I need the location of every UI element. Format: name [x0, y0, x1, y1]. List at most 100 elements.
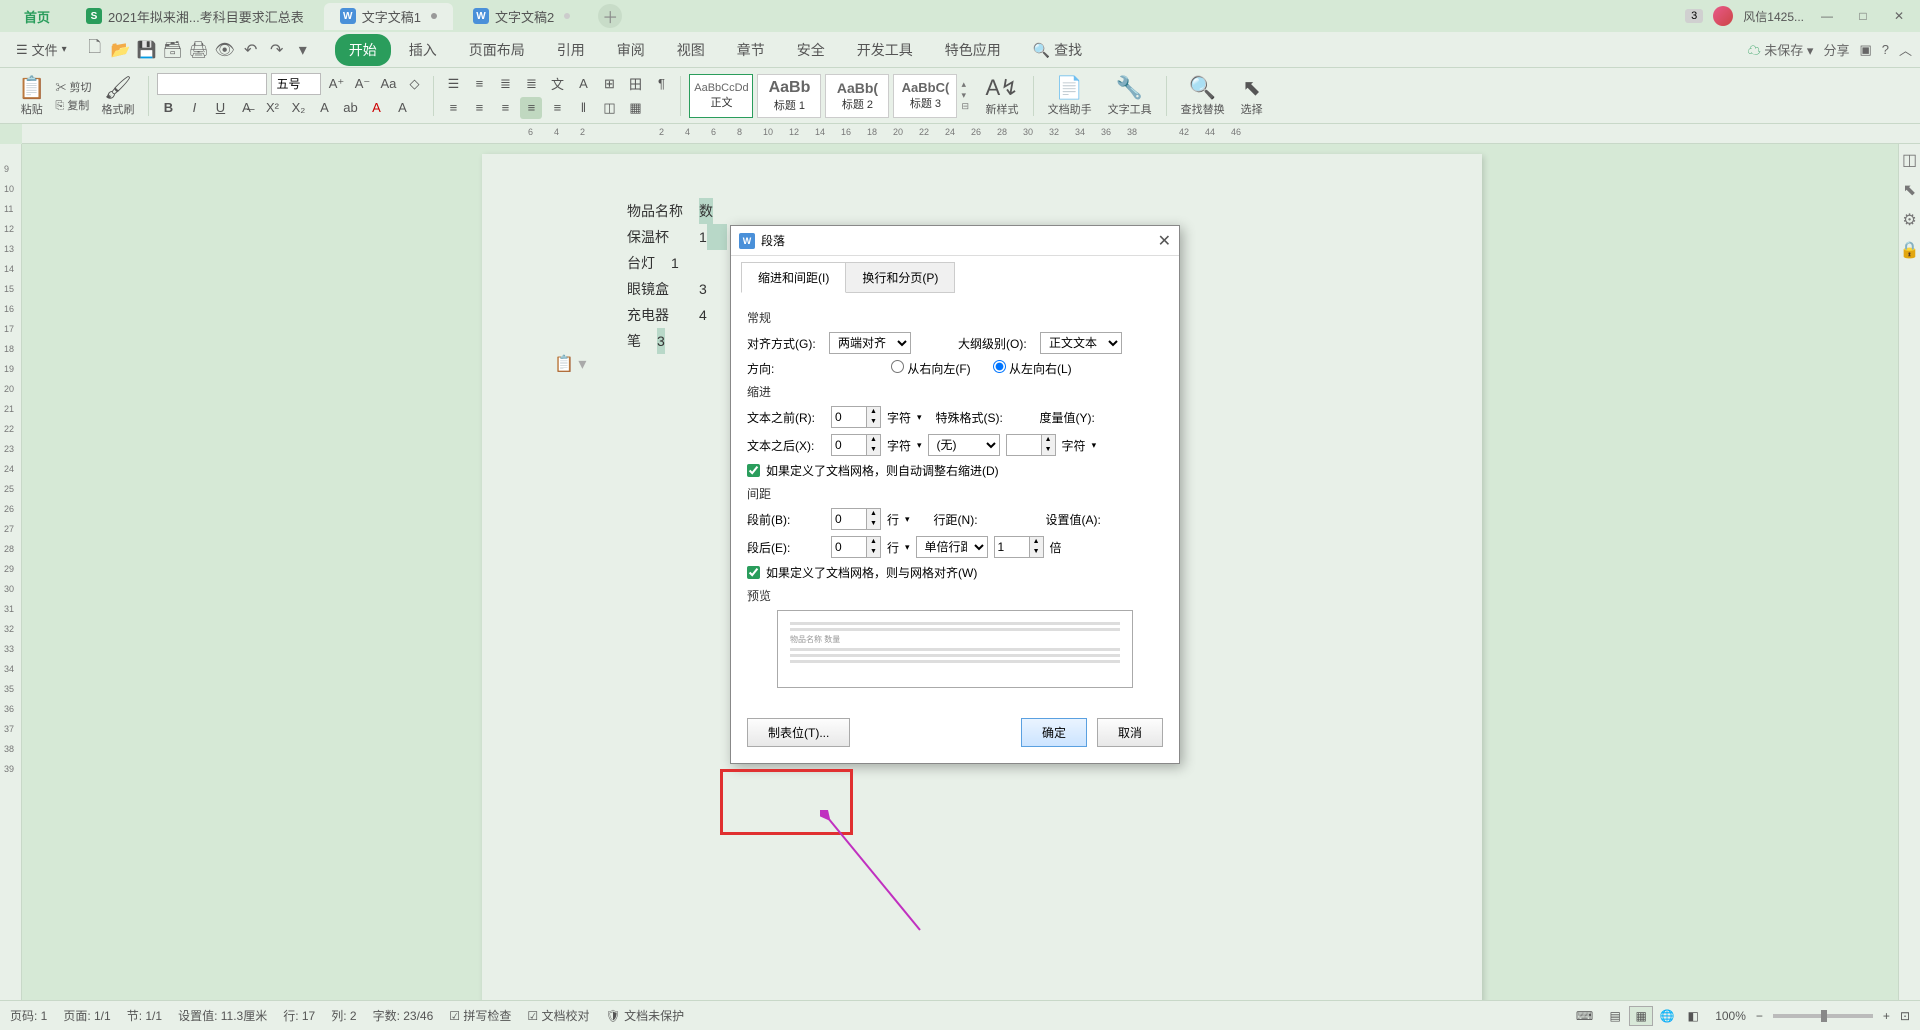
status-protect[interactable]: 🛡 文档未保护: [606, 1007, 685, 1024]
redo-icon[interactable]: ↷: [265, 38, 289, 62]
grid-indent-checkbox[interactable]: [747, 464, 760, 477]
style-heading3[interactable]: AaBbC(标题 3: [893, 74, 957, 118]
new-tab-button[interactable]: ＋: [598, 4, 622, 28]
shading-icon[interactable]: A: [391, 97, 413, 119]
vertical-ruler[interactable]: 91011 121314 151617 181920 212223 242526…: [0, 144, 22, 1000]
find-replace-button[interactable]: 🔍查找替换: [1175, 75, 1231, 117]
align-justify-icon[interactable]: ≡: [520, 97, 542, 119]
dialog-tab-indent[interactable]: 缩进和间距(I): [741, 262, 846, 293]
menu-tab-devtools[interactable]: 开发工具: [843, 34, 927, 66]
fit-page-icon[interactable]: ⊡: [1900, 1009, 1910, 1023]
dialog-tab-breaks[interactable]: 换行和分页(P): [845, 262, 955, 293]
print-preview-icon[interactable]: 👁: [213, 38, 237, 62]
show-marks-icon[interactable]: ¶: [650, 73, 672, 95]
decrease-font-icon[interactable]: A⁻: [351, 73, 373, 95]
view-print-icon[interactable]: ▦: [1629, 1006, 1653, 1026]
menu-tab-insert[interactable]: 插入: [395, 34, 451, 66]
style-heading1[interactable]: AaBb标题 1: [757, 74, 821, 118]
highlight-icon[interactable]: ab: [339, 97, 361, 119]
align-right-icon[interactable]: ≡: [494, 97, 516, 119]
align-center-icon[interactable]: ≡: [468, 97, 490, 119]
increase-indent-icon[interactable]: ≣: [520, 73, 542, 95]
status-col[interactable]: 列: 2: [331, 1007, 356, 1024]
select-button[interactable]: ⬉选择: [1235, 75, 1269, 117]
align-vertical-icon[interactable]: A: [572, 73, 594, 95]
borders-icon[interactable]: ▦: [624, 97, 646, 119]
special-select[interactable]: (无): [928, 434, 1000, 456]
distribute-icon[interactable]: ≡: [546, 97, 568, 119]
menu-tab-view[interactable]: 视图: [663, 34, 719, 66]
strikethrough-icon[interactable]: A̶: [235, 97, 257, 119]
dialog-titlebar[interactable]: W 段落 ✕: [731, 226, 1179, 256]
subscript-icon[interactable]: X₂: [287, 97, 309, 119]
bullets-icon[interactable]: ☰: [442, 73, 464, 95]
line-spacing-icon[interactable]: ‖: [572, 97, 594, 119]
zoom-slider[interactable]: [1773, 1014, 1873, 1018]
file-menu[interactable]: ☰文件▾: [8, 36, 75, 63]
after-para-spinner[interactable]: ▲▼: [831, 536, 881, 558]
paste-group[interactable]: 📋粘贴: [12, 75, 51, 117]
clear-format-icon[interactable]: ◇: [403, 73, 425, 95]
change-case-icon[interactable]: Aa: [377, 73, 399, 95]
document-content[interactable]: 物品名称数 保温杯1 台灯1 眼镜盒3 充电器4 笔3: [627, 198, 727, 354]
align-left-icon[interactable]: ≡: [442, 97, 464, 119]
tab-stops-button[interactable]: 制表位(T)...: [747, 718, 850, 747]
tab-doc2[interactable]: W文字文稿1: [324, 3, 453, 30]
before-text-spinner[interactable]: ▲▼: [831, 406, 881, 428]
close-button[interactable]: ✕: [1886, 6, 1912, 26]
paste-options-icon[interactable]: 📋 ▾: [554, 354, 586, 374]
menu-tab-review[interactable]: 审阅: [603, 34, 659, 66]
ok-button[interactable]: 确定: [1021, 718, 1087, 747]
align-select[interactable]: 两端对齐: [829, 332, 911, 354]
menu-tab-security[interactable]: 安全: [783, 34, 839, 66]
tab-home[interactable]: 首页: [8, 3, 66, 30]
outline-select[interactable]: 正文文本: [1040, 332, 1122, 354]
print-icon[interactable]: 🖨: [187, 38, 211, 62]
share-button[interactable]: 分享: [1823, 40, 1849, 59]
font-size-select[interactable]: [271, 73, 321, 95]
rail-nav-icon[interactable]: ◫: [1902, 150, 1917, 170]
rail-select-icon[interactable]: ⬉: [1903, 180, 1916, 200]
text-effects-icon[interactable]: A: [313, 97, 335, 119]
zoom-value[interactable]: 100%: [1715, 1009, 1746, 1023]
undo-icon[interactable]: ↶: [239, 38, 263, 62]
menu-search[interactable]: 🔍查找: [1019, 34, 1096, 66]
rtl-radio[interactable]: [891, 360, 904, 373]
cut-button[interactable]: ✂ 剪切: [55, 79, 91, 95]
style-more-icon[interactable]: ⊟: [961, 101, 975, 112]
measure-spinner[interactable]: ▲▼: [1006, 434, 1056, 456]
underline-icon[interactable]: U: [209, 97, 231, 119]
menu-tab-special[interactable]: 特色应用: [931, 34, 1015, 66]
font-family-select[interactable]: [157, 73, 267, 95]
italic-icon[interactable]: I: [183, 97, 205, 119]
phonetic-icon[interactable]: ⊞: [598, 73, 620, 95]
menu-tab-references[interactable]: 引用: [543, 34, 599, 66]
grid-align-checkbox[interactable]: [747, 566, 760, 579]
increase-font-icon[interactable]: A⁺: [325, 73, 347, 95]
tab-doc3[interactable]: W文字文稿2: [457, 3, 586, 30]
after-text-spinner[interactable]: ▲▼: [831, 434, 881, 456]
set-value-spinner[interactable]: ▲▼: [994, 536, 1044, 558]
zoom-out-icon[interactable]: −: [1756, 1009, 1763, 1023]
text-direction-icon[interactable]: 文: [546, 73, 568, 95]
avatar[interactable]: [1713, 6, 1733, 26]
save-as-icon[interactable]: 🗃: [161, 38, 185, 62]
style-down-icon[interactable]: ▾: [961, 90, 975, 101]
collapse-ribbon-icon[interactable]: ︿: [1899, 40, 1912, 59]
superscript-icon[interactable]: X²: [261, 97, 283, 119]
horizontal-ruler[interactable]: 642 246 81012 141618 202224 262830 32343…: [22, 124, 1920, 144]
style-normal[interactable]: AaBbCcDd正文: [689, 74, 753, 118]
text-tools-button[interactable]: 🔧文字工具: [1102, 75, 1158, 117]
maximize-button[interactable]: □: [1850, 6, 1876, 26]
save-icon[interactable]: 💾: [135, 38, 159, 62]
font-color-icon[interactable]: A: [365, 97, 387, 119]
zoom-in-icon[interactable]: +: [1883, 1009, 1890, 1023]
input-mode-icon[interactable]: ⌨: [1576, 1009, 1593, 1023]
cancel-button[interactable]: 取消: [1097, 718, 1163, 747]
dialog-close-button[interactable]: ✕: [1158, 231, 1171, 251]
fill-color-icon[interactable]: ◫: [598, 97, 620, 119]
menu-tab-layout[interactable]: 页面布局: [455, 34, 539, 66]
minimize-button[interactable]: —: [1814, 6, 1840, 26]
decrease-indent-icon[interactable]: ≣: [494, 73, 516, 95]
new-style-button[interactable]: A↯新样式: [979, 75, 1024, 117]
